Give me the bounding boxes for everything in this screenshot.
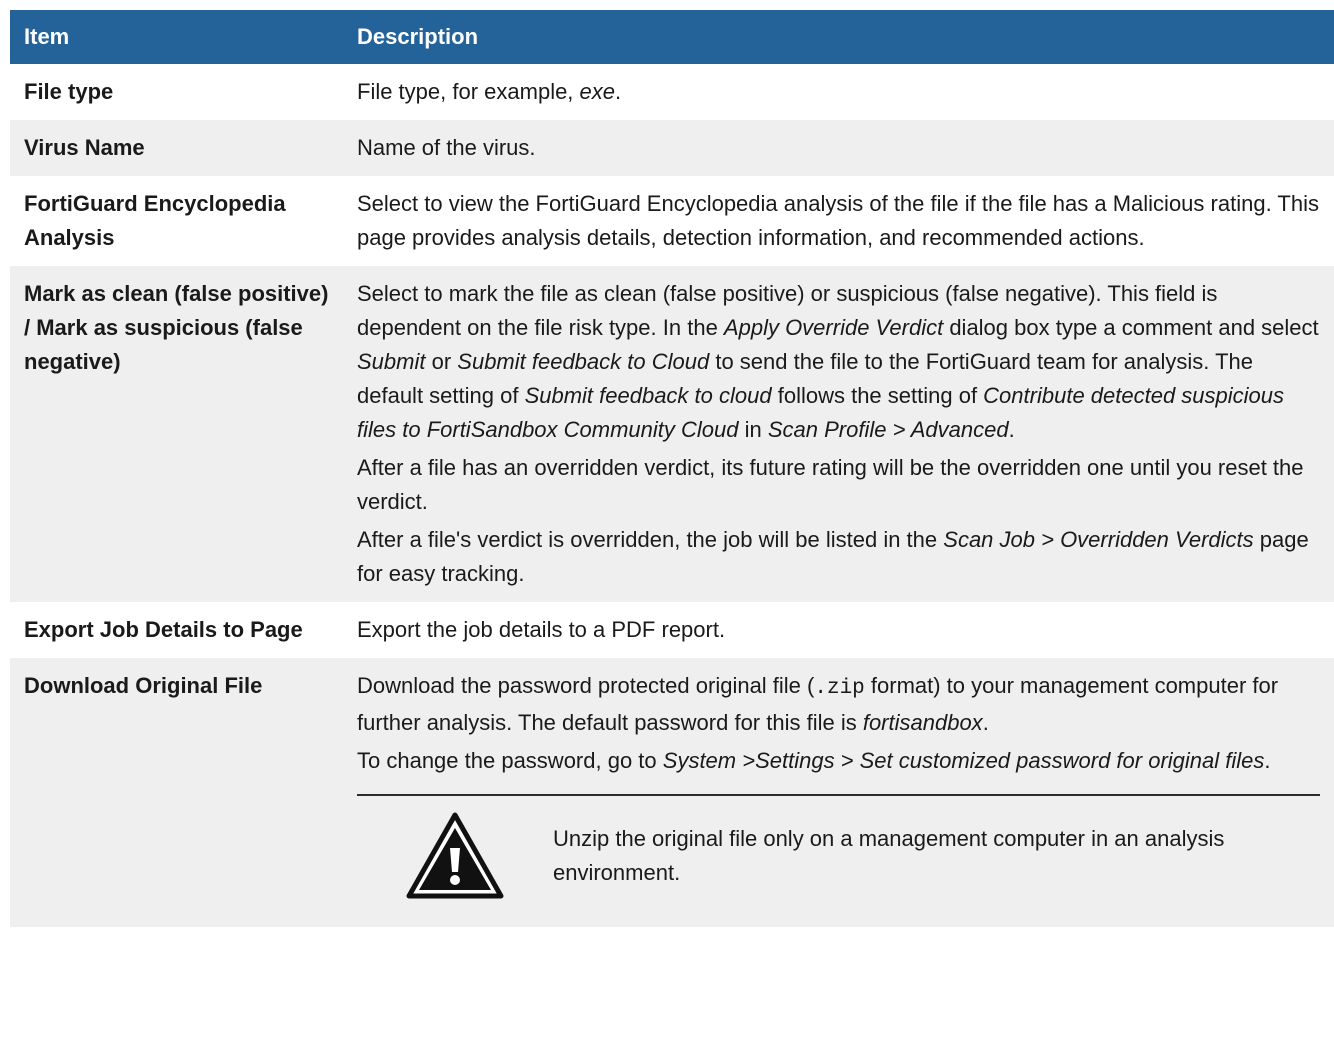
desc-text: To change the password, go to xyxy=(357,748,663,773)
warning-text: Unzip the original file only on a manage… xyxy=(553,826,1225,885)
desc-text: . xyxy=(615,79,622,104)
desc-emphasis: exe xyxy=(579,79,616,104)
table-row-mark-clean: Mark as clean (false positive) / Mark as… xyxy=(10,266,1334,602)
download-paragraph-1: Download the password protected original… xyxy=(357,669,1320,740)
table-header-row: Item Description xyxy=(10,10,1334,64)
desc-emphasis: Submit xyxy=(357,349,426,374)
mark-clean-paragraph-2: After a file has an overridden verdict, … xyxy=(357,455,1304,514)
desc-text: dialog box type a comment and select xyxy=(943,315,1319,340)
download-paragraph-2: To change the password, go to System >Se… xyxy=(357,744,1320,778)
desc-export: Export the job details to a PDF report. xyxy=(357,617,726,642)
desc-text: File type, for example, xyxy=(357,79,580,104)
item-virus-name: Virus Name xyxy=(10,120,343,176)
table-row-file-type: File type File type, for example, exe. xyxy=(10,64,1334,120)
table-row-export: Export Job Details to Page Export the jo… xyxy=(10,602,1334,658)
item-mark-clean: Mark as clean (false positive) / Mark as… xyxy=(10,266,343,602)
code-text: .zip xyxy=(814,677,865,700)
mark-clean-paragraph-1: Select to mark the file as clean (false … xyxy=(357,277,1320,447)
desc-text: . xyxy=(1008,417,1015,442)
desc-emphasis: Apply Override Verdict xyxy=(723,315,944,340)
item-export: Export Job Details to Page xyxy=(24,617,303,642)
desc-text: follows the setting of xyxy=(771,383,984,408)
desc-text: or xyxy=(425,349,458,374)
item-download: Download Original File xyxy=(10,658,343,927)
header-description: Description xyxy=(343,10,1334,64)
item-fortiguard: FortiGuard Encyclopedia Analysis xyxy=(24,191,286,250)
desc-download: Download the password protected original… xyxy=(343,658,1334,927)
desc-emphasis: Submit feedback to Cloud xyxy=(457,349,710,374)
desc-text: . xyxy=(1264,748,1271,773)
desc-emphasis: fortisandbox xyxy=(862,710,983,735)
desc-text: After a file's verdict is overridden, th… xyxy=(357,527,944,552)
reference-table: Item Description File type File type, fo… xyxy=(10,10,1334,927)
desc-virus-name: Name of the virus. xyxy=(343,120,1334,176)
item-file-type: File type xyxy=(24,79,114,104)
table-row-download: Download Original File Download the pass… xyxy=(10,658,1334,927)
desc-text: Download the password protected original… xyxy=(357,673,815,698)
desc-emphasis: System >Settings > Set customized passwo… xyxy=(662,748,1265,773)
table-row-virus-name: Virus Name Name of the virus. xyxy=(10,120,1334,176)
desc-text: in xyxy=(738,417,768,442)
desc-file-type: File type, for example, exe. xyxy=(343,64,1334,120)
desc-mark-clean: Select to mark the file as clean (false … xyxy=(343,266,1334,602)
desc-fortiguard: Select to view the FortiGuard Encycloped… xyxy=(357,191,1319,250)
header-item: Item xyxy=(10,10,343,64)
table-row-fortiguard: FortiGuard Encyclopedia Analysis Select … xyxy=(10,176,1334,266)
desc-emphasis: Scan Job > Overridden Verdicts xyxy=(943,527,1254,552)
mark-clean-paragraph-3: After a file's verdict is overridden, th… xyxy=(357,523,1320,591)
desc-emphasis: Submit feedback to cloud xyxy=(524,383,772,408)
warning-triangle-icon xyxy=(357,812,553,900)
desc-emphasis: Scan Profile > Advanced xyxy=(767,417,1009,442)
warning-callout: Unzip the original file only on a manage… xyxy=(357,794,1320,916)
desc-text: . xyxy=(982,710,989,735)
